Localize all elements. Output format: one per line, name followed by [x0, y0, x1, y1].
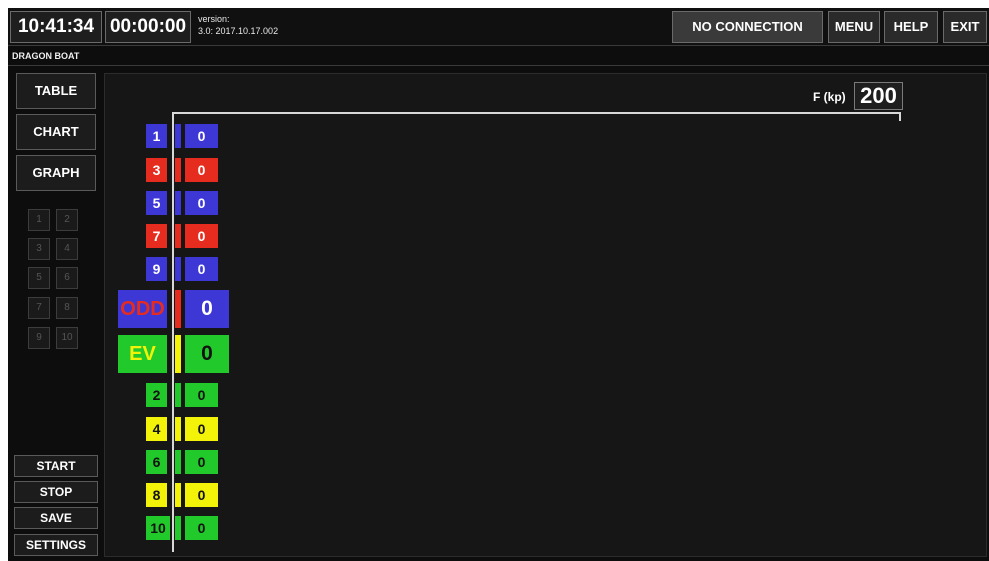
force-axis-label: F (kp)	[813, 90, 846, 104]
save-button[interactable]: SAVE	[14, 507, 98, 529]
force-value-10: 0	[185, 516, 218, 540]
force-value-4: 0	[185, 417, 218, 441]
force-bar-6	[175, 450, 181, 474]
force-graph-panel: F (kp) 200 1 0 3 0 5 0 7 0 9 0 ODD 0 EV …	[104, 73, 987, 557]
top-bar: 10:41:34 00:00:00 version: 3.0: 2017.10.…	[8, 8, 989, 46]
force-bar-9	[175, 257, 181, 281]
sub-header: DRAGON BOAT	[8, 48, 989, 66]
force-value-9: 0	[185, 257, 218, 281]
force-value-1: 0	[185, 124, 218, 148]
force-scale-line	[173, 112, 901, 114]
force-bar-1	[175, 124, 181, 148]
version-label: version:	[198, 14, 230, 24]
force-bar-5	[175, 191, 181, 215]
app-window: 10:41:34 00:00:00 version: 3.0: 2017.10.…	[8, 8, 989, 561]
paddler-label-4: 4	[146, 417, 167, 441]
exit-button[interactable]: EXIT	[943, 11, 987, 43]
paddler-label-2: 2	[146, 383, 167, 407]
graph-button[interactable]: GRAPH	[16, 155, 96, 191]
even-side-force-value: 0	[185, 335, 229, 373]
chart-button[interactable]: CHART	[16, 114, 96, 150]
paddler-label-7: 7	[146, 224, 167, 248]
odd-side-label: ODD	[118, 290, 167, 328]
force-value-8: 0	[185, 483, 218, 507]
paddler-label-9: 9	[146, 257, 167, 281]
help-button[interactable]: HELP	[884, 11, 938, 43]
odd-side-force-value: 0	[185, 290, 229, 328]
force-bar-8	[175, 483, 181, 507]
force-value-5: 0	[185, 191, 218, 215]
paddler-label-6: 6	[146, 450, 167, 474]
connection-status[interactable]: NO CONNECTION	[672, 11, 823, 43]
paddler-button-4[interactable]: 4	[56, 238, 78, 260]
paddler-button-7[interactable]: 7	[28, 297, 50, 319]
paddler-button-1[interactable]: 1	[28, 209, 50, 231]
force-bar-7	[175, 224, 181, 248]
paddler-label-10: 10	[146, 516, 170, 540]
paddler-label-8: 8	[146, 483, 167, 507]
force-bar-2	[175, 383, 181, 407]
paddler-button-6[interactable]: 6	[56, 267, 78, 289]
paddler-button-10[interactable]: 10	[56, 327, 78, 349]
paddler-button-2[interactable]: 2	[56, 209, 78, 231]
version-info: version: 3.0: 2017.10.17.002	[198, 13, 278, 37]
settings-button[interactable]: SETTINGS	[14, 534, 98, 556]
force-value-3: 0	[185, 158, 218, 182]
even-side-label: EV	[118, 335, 167, 373]
paddler-button-9[interactable]: 9	[28, 327, 50, 349]
paddler-label-1: 1	[146, 124, 167, 148]
start-button[interactable]: START	[14, 455, 98, 477]
force-scale-end-tick	[899, 112, 901, 121]
force-value-6: 0	[185, 450, 218, 474]
odd-side-force-bar	[175, 290, 181, 328]
version-value: 3.0: 2017.10.17.002	[198, 26, 279, 36]
clock-display: 10:41:34	[10, 11, 102, 43]
force-value-2: 0	[185, 383, 218, 407]
paddler-button-5[interactable]: 5	[28, 267, 50, 289]
page-title: DRAGON BOAT	[12, 51, 80, 61]
paddler-label-3: 3	[146, 158, 167, 182]
force-scale-max[interactable]: 200	[854, 82, 903, 110]
zero-axis-line	[172, 112, 174, 552]
paddler-label-5: 5	[146, 191, 167, 215]
timer-display: 00:00:00	[105, 11, 191, 43]
force-value-7: 0	[185, 224, 218, 248]
force-bar-3	[175, 158, 181, 182]
even-side-force-bar	[175, 335, 181, 373]
force-bar-10	[175, 516, 181, 540]
paddler-button-8[interactable]: 8	[56, 297, 78, 319]
paddler-button-3[interactable]: 3	[28, 238, 50, 260]
force-bar-4	[175, 417, 181, 441]
stop-button[interactable]: STOP	[14, 481, 98, 503]
menu-button[interactable]: MENU	[828, 11, 880, 43]
table-button[interactable]: TABLE	[16, 73, 96, 109]
